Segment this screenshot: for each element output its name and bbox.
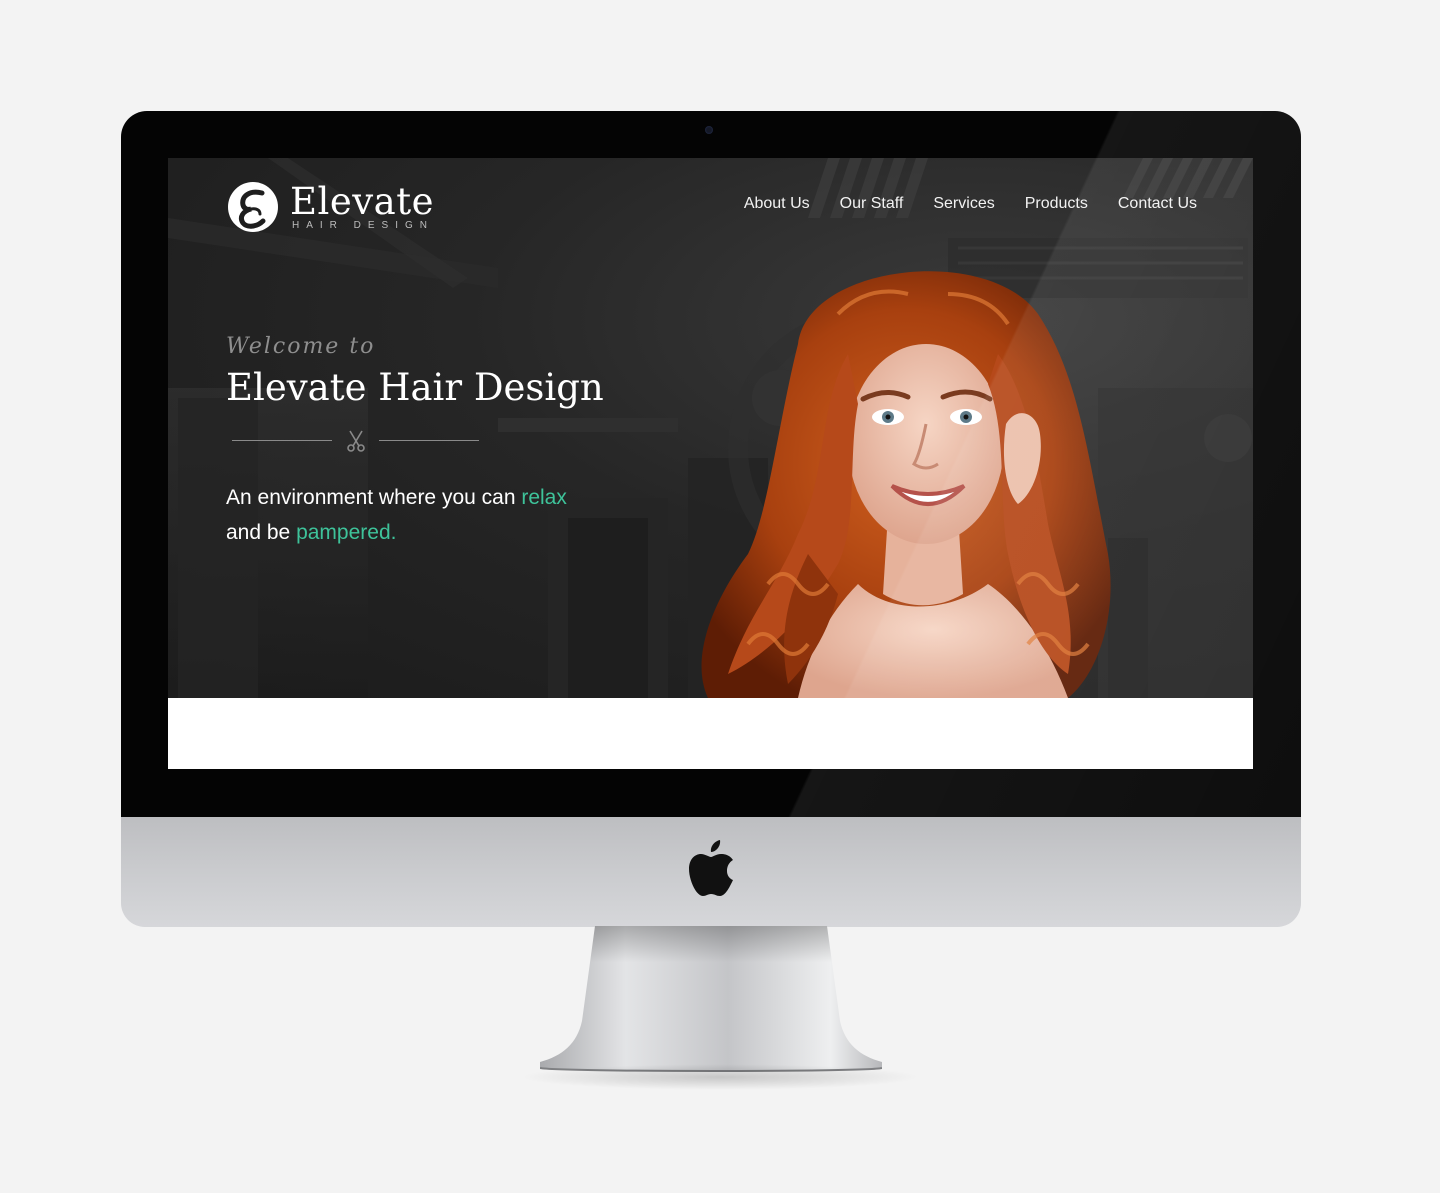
brand-tagline: HAIR DESIGN: [292, 220, 435, 231]
main-navigation: About Us Our Staff Services Products Con…: [744, 195, 1197, 213]
apple-logo-icon: [689, 840, 733, 896]
nav-products[interactable]: Products: [1025, 195, 1088, 213]
tagline-accent-pampered: pampered.: [296, 521, 397, 544]
brand-name: Elevate: [290, 180, 434, 223]
site-logo[interactable]: Elevate HAIR DESIGN: [226, 180, 466, 240]
divider-line-left: [232, 440, 332, 441]
hero-headline: Elevate Hair Design: [226, 366, 604, 409]
nav-services[interactable]: Services: [933, 195, 994, 213]
hero-tagline: An environment where you can relax and b…: [226, 480, 666, 550]
nav-about-us[interactable]: About Us: [744, 195, 810, 213]
hero-section: Elevate HAIR DESIGN About Us Our Staff S…: [168, 158, 1253, 698]
hero-divider: [232, 428, 482, 454]
website-screen: Elevate HAIR DESIGN About Us Our Staff S…: [168, 158, 1253, 769]
tagline-part-2: and be: [226, 521, 297, 544]
desktop-mockup-scene: Elevate HAIR DESIGN About Us Our Staff S…: [0, 0, 1440, 1193]
monitor-stand: [540, 926, 882, 1072]
divider-line-right: [379, 440, 479, 441]
nav-our-staff[interactable]: Our Staff: [840, 195, 904, 213]
model-portrait-image: [701, 271, 1111, 698]
tagline-part-1: An environment where you can: [226, 486, 522, 509]
page-content-area: [168, 698, 1253, 769]
stand-shadow: [520, 1064, 920, 1090]
nav-contact-us[interactable]: Contact Us: [1118, 195, 1197, 213]
webcam: [705, 126, 713, 134]
hero-welcome: Welcome to: [226, 334, 376, 359]
logo-mark-icon: [228, 182, 278, 232]
scissors-icon: [347, 430, 365, 452]
tagline-accent-relax: relax: [521, 486, 567, 509]
